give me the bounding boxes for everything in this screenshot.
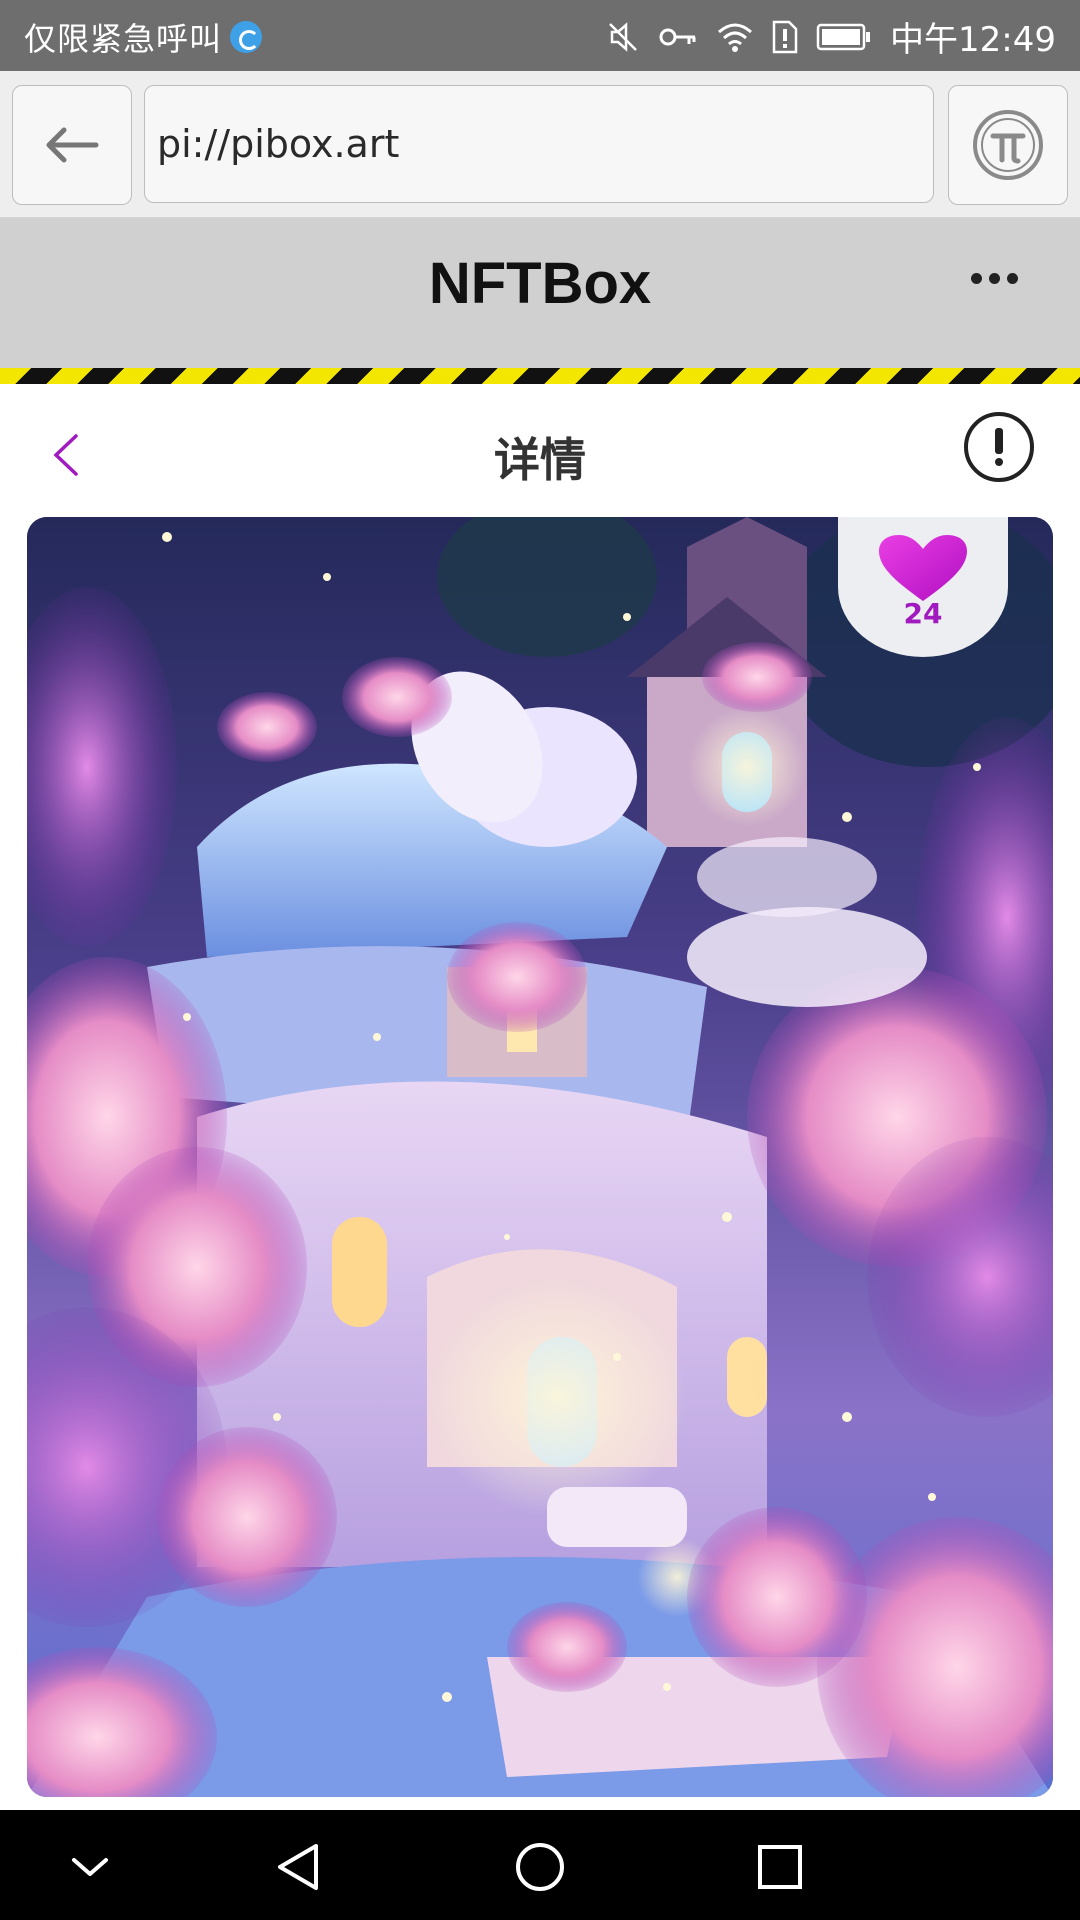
battery-icon — [816, 23, 871, 50]
page-title: 详情 — [494, 433, 586, 487]
artwork-image — [27, 517, 1053, 1797]
like-count: 24 — [903, 597, 943, 630]
screen: 仅限紧急呼叫 中午12:49 pi://pibox.art NFTBox 详情 … — [0, 0, 1080, 1920]
navigation-bar — [0, 1810, 1080, 1920]
status-left: 仅限紧急呼叫 — [24, 14, 263, 60]
back-triangle-icon[interactable] — [270, 1840, 330, 1894]
info-circle-icon[interactable] — [964, 412, 1034, 482]
more-menu-button[interactable] — [971, 273, 1018, 284]
recents-square-icon[interactable] — [750, 1840, 810, 1894]
detail-nav: 详情 — [0, 384, 1080, 516]
more-dot — [989, 273, 1000, 284]
url-field[interactable]: pi://pibox.art — [144, 85, 934, 203]
pi-network-icon — [973, 110, 1043, 180]
hazard-stripe — [0, 368, 1080, 384]
collapse-icon[interactable] — [60, 1840, 120, 1894]
more-dot — [1007, 273, 1018, 284]
browser-bar: pi://pibox.art — [0, 71, 1080, 218]
pi-wallet-button[interactable] — [948, 85, 1068, 205]
status-time: 中午12:49 — [890, 20, 1056, 60]
wifi-icon — [718, 23, 753, 52]
more-horizontal-icon — [971, 273, 982, 284]
home-circle-icon[interactable] — [510, 1840, 570, 1894]
app-title: NFTBox — [428, 251, 652, 316]
nft-artwork[interactable] — [27, 517, 1053, 1797]
carrier-text: 仅限紧急呼叫 — [24, 20, 223, 58]
arrow-left-icon — [46, 127, 99, 163]
vpn-key-icon — [659, 28, 696, 45]
app-header: NFTBox — [0, 218, 1080, 368]
like-button[interactable]: 24 — [838, 517, 1008, 657]
heart-icon — [879, 535, 967, 601]
mute-icon — [609, 21, 637, 52]
url-text: pi://pibox.art — [157, 122, 400, 166]
status-bar: 仅限紧急呼叫 中午12:49 — [0, 0, 1080, 71]
status-right: 中午12:49 — [606, 12, 1056, 61]
app-badge-icon — [230, 21, 263, 53]
sim-alert-icon — [772, 20, 798, 53]
browser-back-button[interactable] — [12, 85, 132, 205]
